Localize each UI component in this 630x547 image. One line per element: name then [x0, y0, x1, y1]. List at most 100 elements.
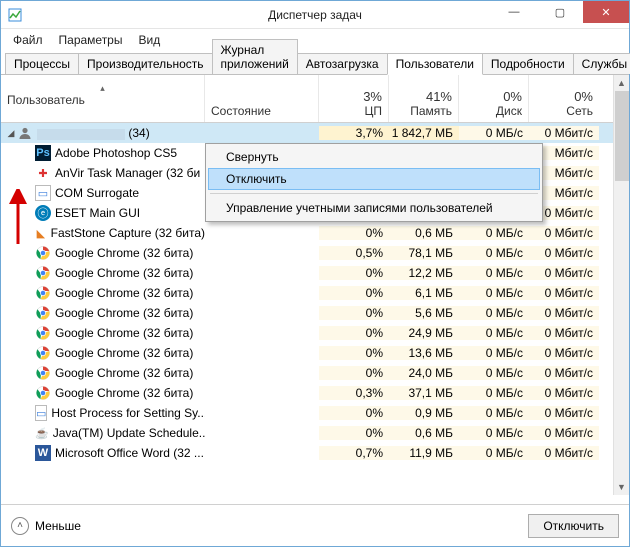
tab-bar: Процессы Производительность Журнал прило… [1, 51, 629, 75]
process-name: Google Chrome (32 бита) [55, 246, 193, 260]
process-cpu: 0% [319, 306, 389, 320]
process-disk: 0 МБ/с [459, 226, 529, 240]
process-name: Host Process for Setting Sy... [51, 406, 205, 420]
column-headers: ▴ Пользователь Состояние 3% ЦП 41% Памят… [1, 75, 629, 123]
scroll-down-icon[interactable]: ▼ [614, 479, 629, 495]
chrome-icon [35, 285, 51, 301]
process-mem: 13,6 МБ [389, 346, 459, 360]
fewer-details-button[interactable]: ˄ Меньше [11, 517, 81, 535]
photoshop-icon: Ps [35, 145, 51, 161]
process-mem: 0,6 МБ [389, 426, 459, 440]
chrome-icon [35, 365, 51, 381]
process-cpu: 0% [319, 406, 389, 420]
minimize-button[interactable]: — [491, 1, 537, 23]
col-name[interactable]: ▴ Пользователь [1, 75, 205, 122]
user-mem: 1 842,7 МБ [389, 126, 459, 140]
tab-users[interactable]: Пользователи [387, 53, 483, 75]
process-row[interactable]: Google Chrome (32 бита) 0%24,9 МБ0 МБ/с0 … [1, 323, 629, 343]
context-menu: Свернуть Отключить Управление учетными з… [205, 143, 543, 222]
process-name: Google Chrome (32 бита) [55, 346, 193, 360]
user-row[interactable]: ◢ (34) 3,7% 1 842,7 МБ 0 МБ/с 0 Мбит/с [1, 123, 629, 143]
col-mem-label: Память [410, 104, 452, 118]
collapse-toggle-icon[interactable]: ◢ [5, 128, 17, 139]
process-mem: 6,1 МБ [389, 286, 459, 300]
col-cpu-label: ЦП [364, 104, 382, 118]
window-controls: — ▢ ✕ [491, 1, 629, 23]
process-net: 0 Мбит/с [529, 426, 599, 440]
context-manage-accounts[interactable]: Управление учетными записями пользовател… [208, 197, 540, 219]
col-cpu-pct: 3% [363, 89, 382, 104]
process-row[interactable]: Google Chrome (32 бита)0%13,6 МБ0 МБ/с0 … [1, 343, 629, 363]
col-net-label: Сеть [566, 104, 593, 118]
tab-app-history[interactable]: Журнал приложений [212, 39, 298, 74]
sort-indicator-icon: ▴ [7, 83, 198, 93]
faststone-icon: ◣ [35, 225, 47, 241]
process-name: Google Chrome (32 бита) [55, 326, 193, 340]
tab-performance[interactable]: Производительность [78, 53, 212, 74]
tab-startup[interactable]: Автозагрузка [297, 53, 388, 74]
process-row[interactable]: Google Chrome (32 бита)0%5,6 МБ0 МБ/с0 М… [1, 303, 629, 323]
process-row[interactable]: WMicrosoft Office Word (32 ...0,7%11,9 М… [1, 443, 629, 463]
user-cpu: 3,7% [319, 126, 389, 140]
process-disk: 0 МБ/с [459, 326, 529, 340]
tab-services[interactable]: Службы [573, 53, 630, 74]
process-row[interactable]: Google Chrome (32 бита)0%12,2 МБ0 МБ/с0 … [1, 263, 629, 283]
java-icon: ☕ [35, 425, 49, 441]
process-row[interactable]: ☕Java(TM) Update Schedule...0%0,6 МБ0 МБ… [1, 423, 629, 443]
table-area: ▴ Пользователь Состояние 3% ЦП 41% Памят… [1, 75, 629, 495]
process-disk: 0 МБ/с [459, 426, 529, 440]
user-icon [17, 125, 33, 141]
chrome-icon [35, 245, 51, 261]
process-net: 0 Мбит/с [529, 306, 599, 320]
close-button[interactable]: ✕ [583, 1, 629, 23]
process-name: Google Chrome (32 бита) [55, 386, 193, 400]
col-disk-pct: 0% [503, 89, 522, 104]
menu-options[interactable]: Параметры [53, 31, 129, 49]
col-mem[interactable]: 41% Память [389, 75, 459, 122]
process-net: 0 Мбит/с [529, 246, 599, 260]
process-cpu: 0% [319, 326, 389, 340]
process-mem: 24,9 МБ [389, 326, 459, 340]
col-cpu[interactable]: 3% ЦП [319, 75, 389, 122]
scroll-up-icon[interactable]: ▲ [614, 75, 629, 91]
process-name: Google Chrome (32 бита) [55, 266, 193, 280]
process-net: 0 Мбит/с [529, 366, 599, 380]
eset-icon: ⓔ [35, 205, 51, 221]
process-mem: 24,0 МБ [389, 366, 459, 380]
process-row[interactable]: Google Chrome (32 бита)0%6,1 МБ0 МБ/с0 М… [1, 283, 629, 303]
process-net: 0 Мбит/с [529, 326, 599, 340]
col-net[interactable]: 0% Сеть [529, 75, 599, 122]
disconnect-button[interactable]: Отключить [528, 514, 619, 538]
process-disk: 0 МБ/с [459, 306, 529, 320]
process-name: FastStone Capture (32 бита) [51, 226, 205, 240]
col-disk[interactable]: 0% Диск [459, 75, 529, 122]
process-cpu: 0,3% [319, 386, 389, 400]
process-row[interactable]: Google Chrome (32 бита)0,5%78,1 МБ0 МБ/с… [1, 243, 629, 263]
context-disconnect[interactable]: Отключить [208, 168, 540, 190]
menu-file[interactable]: Файл [7, 31, 49, 49]
process-mem: 0,6 МБ [389, 226, 459, 240]
process-row[interactable]: Google Chrome (32 бита)0,3%37,1 МБ0 МБ/с… [1, 383, 629, 403]
task-manager-window: Диспетчер задач — ▢ ✕ Файл Параметры Вид… [0, 0, 630, 547]
host-process-icon: ▭ [35, 405, 47, 421]
process-row[interactable]: Google Chrome (32 бита)0%24,0 МБ0 МБ/с0 … [1, 363, 629, 383]
menu-view[interactable]: Вид [132, 31, 166, 49]
user-net: 0 Мбит/с [529, 126, 599, 140]
process-cpu: 0% [319, 226, 389, 240]
col-state[interactable]: Состояние [205, 75, 319, 122]
context-collapse[interactable]: Свернуть [208, 146, 540, 168]
process-net: 0 Мбит/с [529, 346, 599, 360]
process-disk: 0 МБ/с [459, 386, 529, 400]
tab-processes[interactable]: Процессы [5, 53, 79, 74]
process-disk: 0 МБ/с [459, 446, 529, 460]
tab-details[interactable]: Подробности [482, 53, 574, 74]
col-disk-label: Диск [496, 104, 522, 118]
process-row[interactable]: ◣ FastStone Capture (32 бита) 0%0,6 МБ0 МБ… [1, 223, 629, 243]
maximize-button[interactable]: ▢ [537, 1, 583, 23]
scroll-thumb[interactable] [615, 91, 629, 181]
word-icon: W [35, 445, 51, 461]
process-cpu: 0,7% [319, 446, 389, 460]
vertical-scrollbar[interactable]: ▲ ▼ [613, 75, 629, 495]
process-row[interactable]: ▭Host Process for Setting Sy...0%0,9 МБ0… [1, 403, 629, 423]
process-name: Google Chrome (32 бита) [55, 366, 193, 380]
